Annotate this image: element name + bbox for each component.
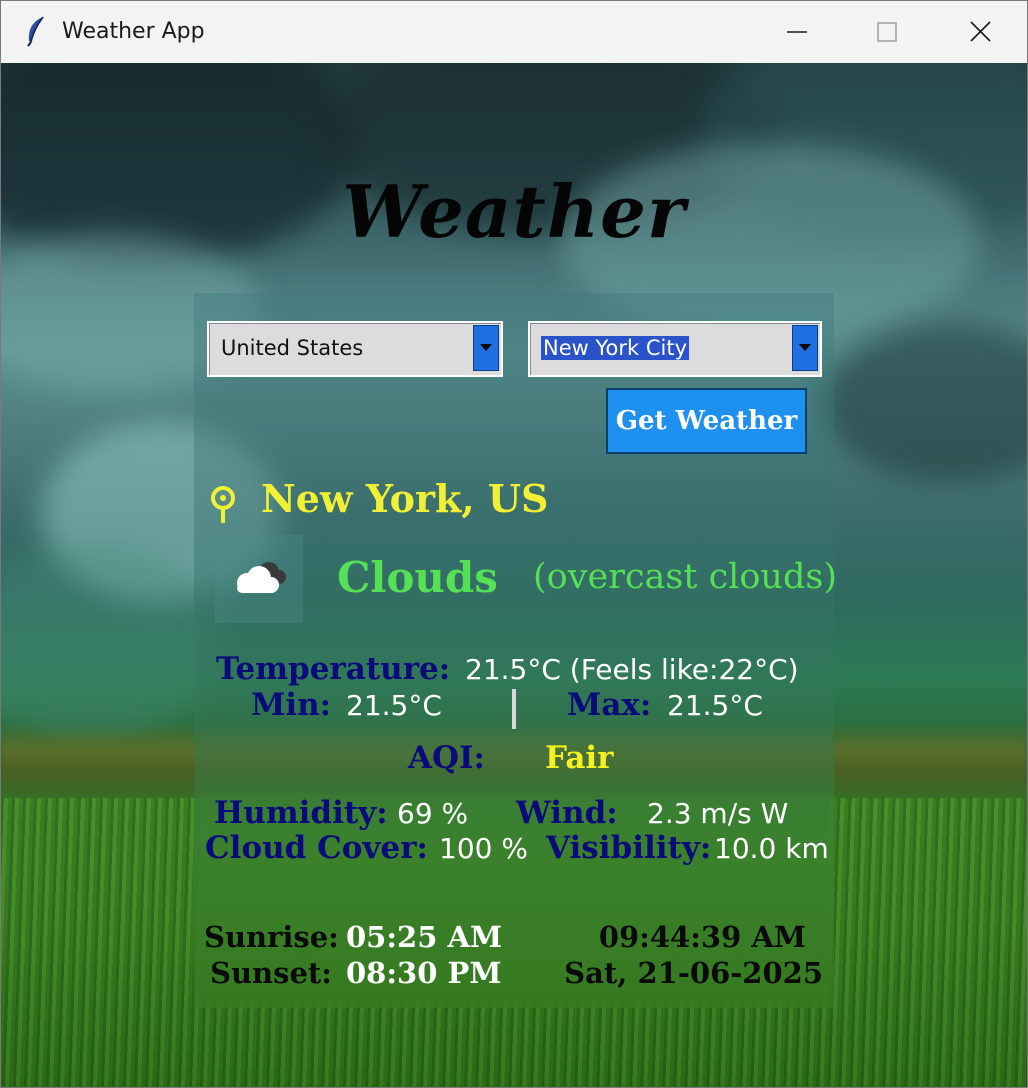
get-weather-button[interactable]: Get Weather: [606, 388, 807, 454]
wind-value: 2.3 m/s W: [647, 797, 789, 830]
cloud-icon: [237, 562, 286, 593]
cloud-cover-value: 100 %: [439, 832, 528, 865]
aqi-value: Fair: [545, 740, 614, 776]
cloud-cover-label: Cloud Cover:: [205, 830, 428, 866]
title-bar: Weather App: [1, 1, 1027, 63]
max-label: Max:: [567, 687, 652, 723]
max-value: 21.5°C: [667, 689, 763, 722]
minimize-button[interactable]: [751, 1, 843, 63]
country-select[interactable]: United States: [207, 321, 503, 377]
city-select-value: New York City: [541, 336, 689, 360]
condition-main: Clouds: [337, 553, 498, 602]
temperature-value: 21.5°C (Feels like:22°C): [465, 653, 799, 686]
window-title: Weather App: [62, 19, 205, 44]
chevron-down-icon: [799, 344, 811, 351]
location-name: New York, US: [261, 476, 549, 521]
minimize-icon: [787, 31, 807, 33]
aqi-label: AQI:: [408, 740, 486, 776]
temperature-label: Temperature:: [216, 651, 451, 687]
min-label: Min:: [251, 687, 332, 723]
humidity-label: Humidity:: [214, 795, 388, 831]
condition-description: (overcast clouds): [533, 557, 837, 597]
sunset-value: 08:30 PM: [346, 956, 502, 990]
country-dropdown-button[interactable]: [473, 325, 499, 371]
humidity-value: 69 %: [397, 797, 469, 830]
feather-icon: [27, 16, 44, 47]
visibility-value: 10.0 km: [714, 832, 829, 865]
sunrise-label: Sunrise:: [204, 920, 339, 954]
city-select[interactable]: New York City: [528, 321, 822, 377]
weather-app-window: Weather App Weather United States New Yo…: [0, 0, 1028, 1088]
maximize-icon: [877, 22, 897, 42]
condition-icon-box: [215, 535, 303, 623]
visibility-label: Visibility:: [546, 830, 712, 866]
current-time: 09:44:39 AM: [598, 920, 806, 954]
sunrise-value: 05:25 AM: [346, 920, 503, 954]
close-button[interactable]: [935, 1, 1027, 63]
country-select-value: United States: [221, 336, 364, 360]
chevron-down-icon: [480, 344, 492, 351]
close-icon: [970, 21, 991, 42]
wind-label: Wind:: [516, 795, 618, 831]
min-value: 21.5°C: [346, 689, 442, 722]
sunset-label: Sunset:: [210, 956, 332, 990]
maximize-button[interactable]: [843, 1, 935, 63]
app-heading: Weather: [342, 169, 686, 254]
location-pin-icon: [211, 486, 235, 523]
city-dropdown-button[interactable]: [792, 325, 818, 371]
min-max-divider: [512, 689, 516, 729]
current-date: Sat, 21-06-2025: [564, 956, 823, 990]
